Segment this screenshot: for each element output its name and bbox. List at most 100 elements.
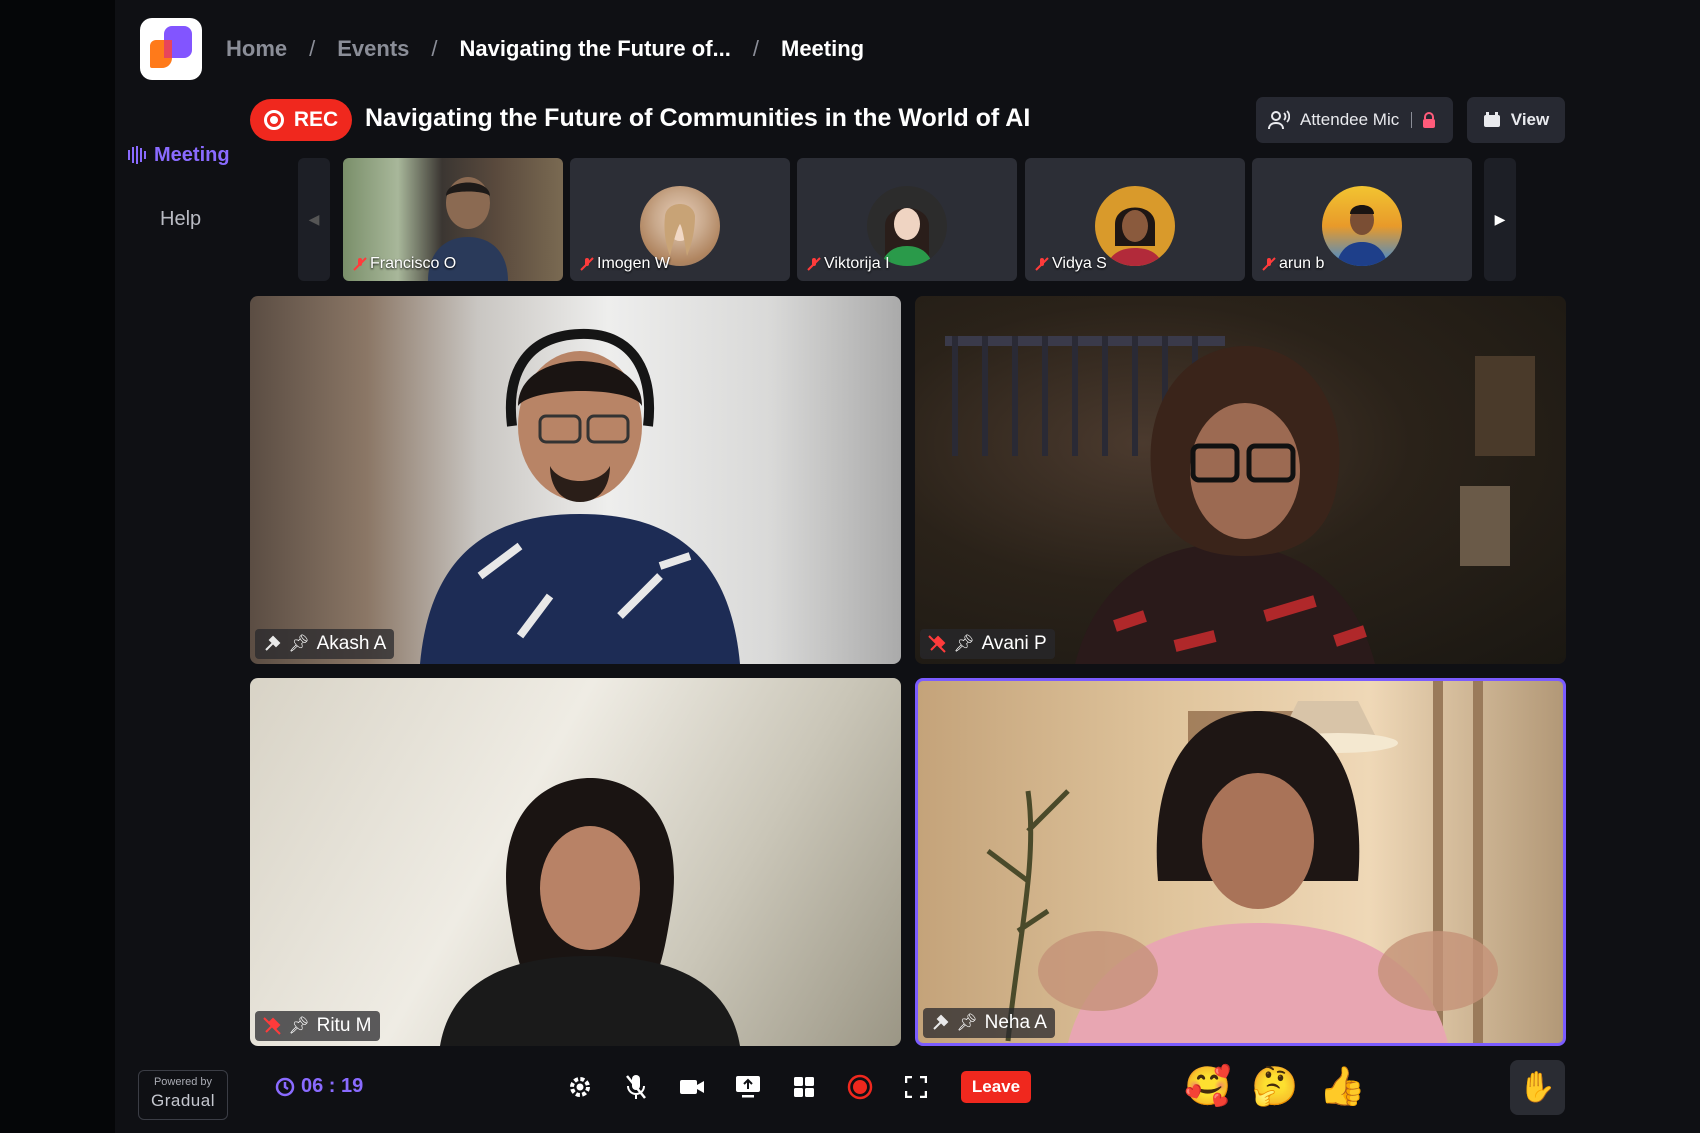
powered-by-badge[interactable]: Powered by Gradual: [138, 1070, 228, 1120]
mic-off-icon: [263, 1017, 281, 1035]
sidebar-item-label: Help: [160, 207, 202, 230]
participant-label: 📌︎ Ritu M: [255, 1011, 380, 1041]
avatar: [640, 186, 720, 266]
participant-thumb-francisco[interactable]: Francisco O: [343, 158, 563, 281]
recording-badge: REC: [250, 99, 352, 141]
chevron-right-icon: ▶: [1494, 211, 1506, 227]
strip-next-button[interactable]: ▶: [1484, 158, 1516, 281]
participant-name: Viktorija I: [807, 255, 890, 273]
breadcrumb-current: Meeting: [781, 36, 865, 61]
leave-button[interactable]: Leave: [961, 1071, 1031, 1103]
attendee-voice-icon: [1268, 110, 1290, 130]
participant-label: 📌︎ Akash A: [255, 629, 395, 659]
pin-icon[interactable]: 📌︎: [953, 634, 975, 654]
sidebar-item-label: Meeting: [154, 143, 230, 166]
mic-off-icon: [353, 257, 367, 271]
participant-video: [986, 681, 1498, 1043]
audio-bars-icon: [128, 146, 146, 164]
mute-button[interactable]: [621, 1069, 651, 1105]
mic-icon: [933, 1014, 949, 1030]
participant-thumb-imogen[interactable]: Imogen W: [570, 158, 790, 281]
mic-icon: [265, 635, 281, 651]
breadcrumb: Home / Events / Navigating the Future of…: [226, 34, 864, 64]
raise-hand-icon: ✋: [1518, 1071, 1557, 1104]
meeting-controls: Leave: [565, 1069, 1031, 1105]
video-tile-akash[interactable]: 📌︎ Akash A: [250, 296, 901, 664]
clock-icon: [275, 1077, 295, 1096]
record-icon: [263, 110, 284, 130]
pin-icon[interactable]: 📌︎: [956, 1013, 978, 1033]
fullscreen-button[interactable]: [901, 1069, 931, 1105]
mic-off-icon: [928, 635, 946, 653]
left-rail: [0, 0, 115, 1133]
chevron-left-icon: ◀: [308, 211, 320, 227]
participant-thumb-viktorija[interactable]: Viktorija I: [797, 158, 1017, 281]
record-button[interactable]: [845, 1069, 875, 1105]
participant-video: [945, 336, 1535, 664]
mic-off-icon: [1035, 257, 1049, 271]
layout-grid-button[interactable]: [789, 1069, 819, 1105]
rec-label: REC: [293, 108, 339, 131]
participant-label: 📌︎ Neha A: [923, 1008, 1055, 1038]
screen-share-icon: [736, 1076, 760, 1098]
view-label: View: [1510, 110, 1550, 129]
participant-name: Imogen W: [580, 255, 670, 273]
participant-video: [420, 328, 740, 664]
raise-hand-button[interactable]: ✋: [1510, 1060, 1565, 1115]
sidebar-item-meeting[interactable]: Meeting: [128, 140, 248, 170]
powered-by-label: Powered by: [153, 1076, 213, 1088]
reaction-thinking-button[interactable]: 🤔: [1251, 1064, 1298, 1110]
camera-button[interactable]: [677, 1069, 707, 1105]
sidebar-item-help[interactable]: Help: [128, 204, 248, 234]
pin-icon[interactable]: 📌︎: [288, 1016, 310, 1036]
mic-off-icon: [626, 1075, 646, 1099]
mic-off-icon: [1262, 257, 1276, 271]
participant-name: Francisco O: [353, 255, 456, 273]
breadcrumb-events[interactable]: Events: [337, 36, 409, 62]
record-icon: [847, 1074, 873, 1100]
participant-thumb-arun[interactable]: arun b: [1252, 158, 1472, 281]
fullscreen-icon: [905, 1076, 927, 1098]
brand-label: Gradual: [151, 1091, 215, 1110]
mic-off-icon: [580, 257, 594, 271]
participant-label: 📌︎ Avani P: [920, 629, 1055, 659]
timer-value: 06 : 19: [301, 1075, 364, 1097]
mic-off-icon: [807, 257, 821, 271]
breadcrumb-separator: /: [309, 36, 316, 61]
attendee-mic-button[interactable]: Attendee Mic: [1256, 97, 1453, 143]
meeting-timer: 06 : 19: [275, 1075, 363, 1098]
attendee-mic-label: Attendee Mic: [1300, 110, 1400, 129]
video-tile-neha[interactable]: 📌︎ Neha A: [915, 678, 1566, 1046]
video-tile-avani[interactable]: 📌︎ Avani P: [915, 296, 1566, 664]
reaction-love-button[interactable]: 🥰: [1184, 1064, 1231, 1110]
view-button[interactable]: View: [1467, 97, 1565, 143]
participant-name: Vidya S: [1035, 255, 1107, 273]
meeting-title: Navigating the Future of Communities in …: [365, 104, 1031, 132]
breadcrumb-separator: /: [431, 36, 438, 61]
side-nav: Meeting Help: [128, 140, 248, 234]
avatar: [867, 186, 947, 266]
participant-thumb-vidya[interactable]: Vidya S: [1025, 158, 1245, 281]
participant-video: [440, 778, 740, 1046]
lock-icon: [1423, 112, 1436, 128]
layout-icon: [1483, 112, 1500, 127]
pin-icon[interactable]: 📌︎: [288, 634, 310, 654]
participant-name: arun b: [1262, 255, 1324, 273]
divider: [1411, 112, 1413, 128]
video-camera-icon: [680, 1080, 704, 1094]
breadcrumb-home[interactable]: Home: [226, 36, 287, 62]
strip-prev-button[interactable]: ◀: [298, 158, 330, 281]
share-screen-button[interactable]: [733, 1069, 763, 1105]
gear-icon: [570, 1077, 590, 1097]
app-logo[interactable]: [140, 18, 202, 80]
meeting-app: Home / Events / Navigating the Future of…: [0, 0, 1700, 1133]
reaction-thumbs-up-button[interactable]: 👍: [1319, 1064, 1366, 1110]
breadcrumb-separator: /: [752, 36, 759, 61]
video-tile-ritu[interactable]: 📌︎ Ritu M: [250, 678, 901, 1046]
grid-icon: [794, 1077, 814, 1097]
settings-button[interactable]: [565, 1069, 595, 1105]
avatar: [1322, 186, 1402, 266]
reaction-bar: 🥰 🤔 👍: [1184, 1064, 1366, 1110]
avatar: [1095, 186, 1175, 266]
breadcrumb-event[interactable]: Navigating the Future of...: [460, 36, 731, 62]
